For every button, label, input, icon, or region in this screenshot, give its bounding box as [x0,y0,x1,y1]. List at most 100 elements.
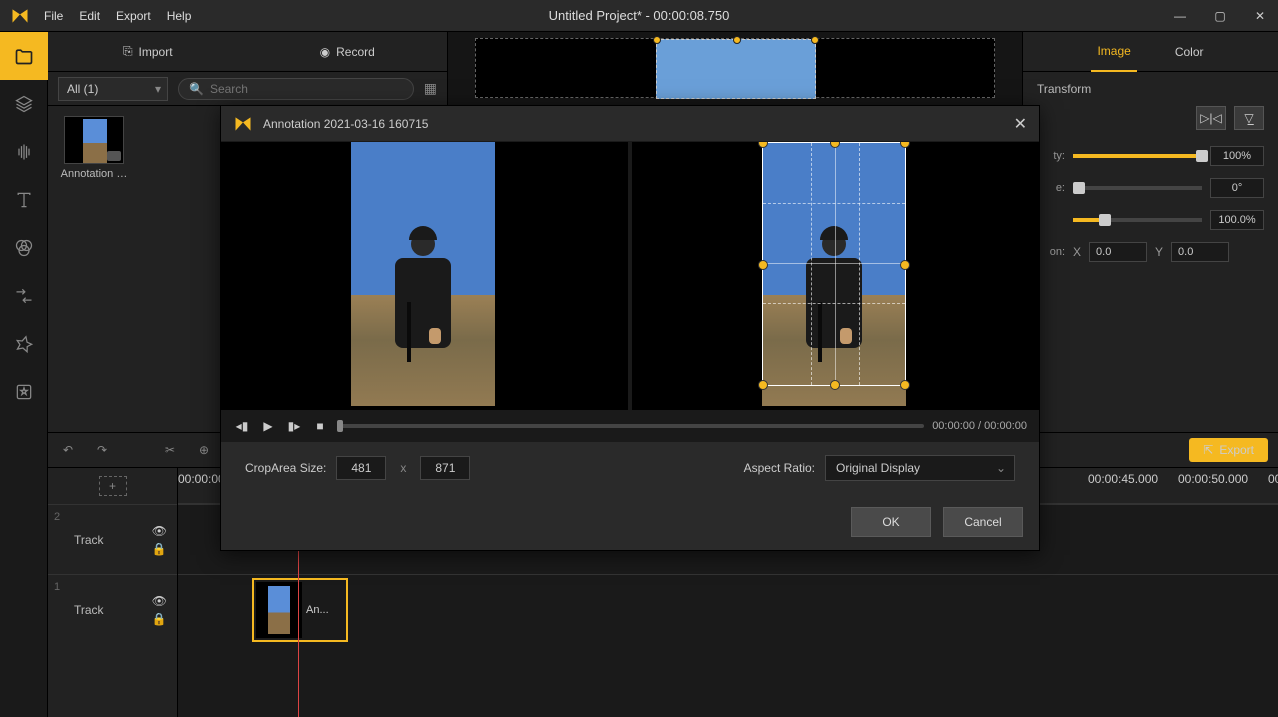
x-separator: x [400,461,406,475]
rotate-value[interactable]: 0° [1210,178,1264,198]
dialog-close-button[interactable]: ✕ [1014,114,1027,134]
play-button[interactable]: ▶ [259,417,277,435]
track-name: Track [74,533,104,547]
menu-edit[interactable]: Edit [79,9,100,23]
ok-button[interactable]: OK [851,507,931,537]
preview-canvas[interactable] [475,38,995,98]
sidebar-elements[interactable] [0,320,48,368]
crop-dialog: Annotation 2021-03-16 160715 ✕ [220,105,1040,551]
position-label: on: [1037,246,1065,258]
crop-size-label: CropArea Size: [245,461,326,475]
sidebar-transitions[interactable] [0,272,48,320]
transform-section: Transform [1023,72,1278,106]
app-logo [233,114,253,134]
crop-handle[interactable] [830,142,840,148]
rotate-label: e: [1037,182,1065,194]
minimize-button[interactable]: — [1170,6,1190,26]
playback-slider[interactable] [337,424,924,428]
timeline-clip[interactable]: An... [252,578,348,642]
tab-image[interactable]: Image [1091,32,1136,72]
scale-value[interactable]: 100.0% [1210,210,1264,230]
visibility-icon[interactable]: 👁 [152,524,167,538]
scale-slider[interactable] [1073,218,1202,222]
menubar: File Edit Export Help [44,9,191,23]
record-tab[interactable]: ◉Record [248,32,448,71]
aspect-ratio-label: Aspect Ratio: [744,461,815,475]
pos-x-input[interactable] [1089,242,1147,262]
tab-color[interactable]: Color [1169,32,1210,72]
opacity-label: ty: [1037,150,1065,162]
search-box[interactable]: 🔍 [178,78,414,100]
pos-y-label: Y [1155,245,1163,259]
menu-help[interactable]: Help [167,9,192,23]
search-icon: 🔍 [189,82,204,96]
playback-time: 00:00:00 / 00:00:00 [932,420,1027,432]
maximize-button[interactable]: ▢ [1210,6,1230,26]
import-icon: ⎘ [123,44,133,59]
lock-icon[interactable]: 🔒 [152,542,167,556]
pos-y-input[interactable] [1171,242,1229,262]
window-controls: — ▢ ✕ [1170,6,1270,26]
crop-width-input[interactable] [336,456,386,480]
thumb-label: Annotation … [58,168,130,180]
pos-x-label: X [1073,245,1081,259]
view-grid-icon[interactable]: ▦ [424,80,437,97]
sidebar-filters[interactable] [0,224,48,272]
sidebar-layers[interactable] [0,80,48,128]
opacity-value[interactable]: 100% [1210,146,1264,166]
window-title: Untitled Project* - 00:00:08.750 [549,8,730,23]
cancel-button[interactable]: Cancel [943,507,1023,537]
search-input[interactable] [210,82,403,96]
dialog-title: Annotation 2021-03-16 160715 [263,117,428,131]
media-filter-select[interactable]: All (1) [58,77,168,101]
export-icon: ⇱ [1203,443,1213,457]
visibility-icon[interactable]: 👁 [152,594,167,608]
crop-preview-right[interactable] [632,142,1039,410]
import-tab[interactable]: ⎘Import [48,32,248,71]
add-marker-button[interactable]: ⊕ [194,440,214,460]
dialog-titlebar: Annotation 2021-03-16 160715 ✕ [221,106,1039,142]
sidebar-text[interactable] [0,176,48,224]
export-button[interactable]: ⇱Export [1189,438,1268,462]
menu-export[interactable]: Export [116,9,151,23]
track-name: Track [74,603,104,617]
crop-handle[interactable] [900,142,910,148]
flip-horizontal-button[interactable]: ▷|◁ [1196,106,1226,130]
crop-handle[interactable] [758,142,768,148]
undo-button[interactable]: ↶ [58,440,78,460]
rotate-slider[interactable] [1073,186,1202,190]
crop-box[interactable] [762,142,906,386]
track-row[interactable]: An... [178,574,1278,644]
track-head-2: 2 Track 👁🔒 [48,504,177,574]
sidebar-favorites[interactable] [0,368,48,416]
image-badge-icon [107,151,121,161]
sidebar [0,32,48,717]
cut-button[interactable]: ✂ [160,440,180,460]
sidebar-audio[interactable] [0,128,48,176]
stop-button[interactable]: ■ [311,417,329,435]
crop-preview-left [221,142,628,410]
crop-handle[interactable] [900,260,910,270]
crop-height-input[interactable] [420,456,470,480]
crop-handle[interactable] [830,380,840,390]
media-thumb[interactable]: Annotation … [58,116,130,180]
properties-panel: Image Color Transform ▷|◁ ▽̲ ty: 100% e:… [1022,32,1278,432]
flip-vertical-button[interactable]: ▽̲ [1234,106,1264,130]
lock-icon[interactable]: 🔒 [152,612,167,626]
close-button[interactable]: ✕ [1250,6,1270,26]
crop-handle[interactable] [758,260,768,270]
aspect-ratio-select[interactable]: Original Display [825,455,1015,481]
redo-button[interactable]: ↷ [92,440,112,460]
sidebar-media[interactable] [0,32,48,80]
track-head-1: 1 Track 👁🔒 [48,574,177,644]
next-frame-button[interactable]: ▮▸ [285,417,303,435]
record-icon: ◉ [320,45,330,59]
add-track-button[interactable]: + [99,476,127,496]
app-logo [8,4,32,28]
crop-handle[interactable] [758,380,768,390]
titlebar: File Edit Export Help Untitled Project* … [0,0,1278,32]
crop-handle[interactable] [900,380,910,390]
opacity-slider[interactable] [1073,154,1202,158]
prev-frame-button[interactable]: ◂▮ [233,417,251,435]
menu-file[interactable]: File [44,9,63,23]
